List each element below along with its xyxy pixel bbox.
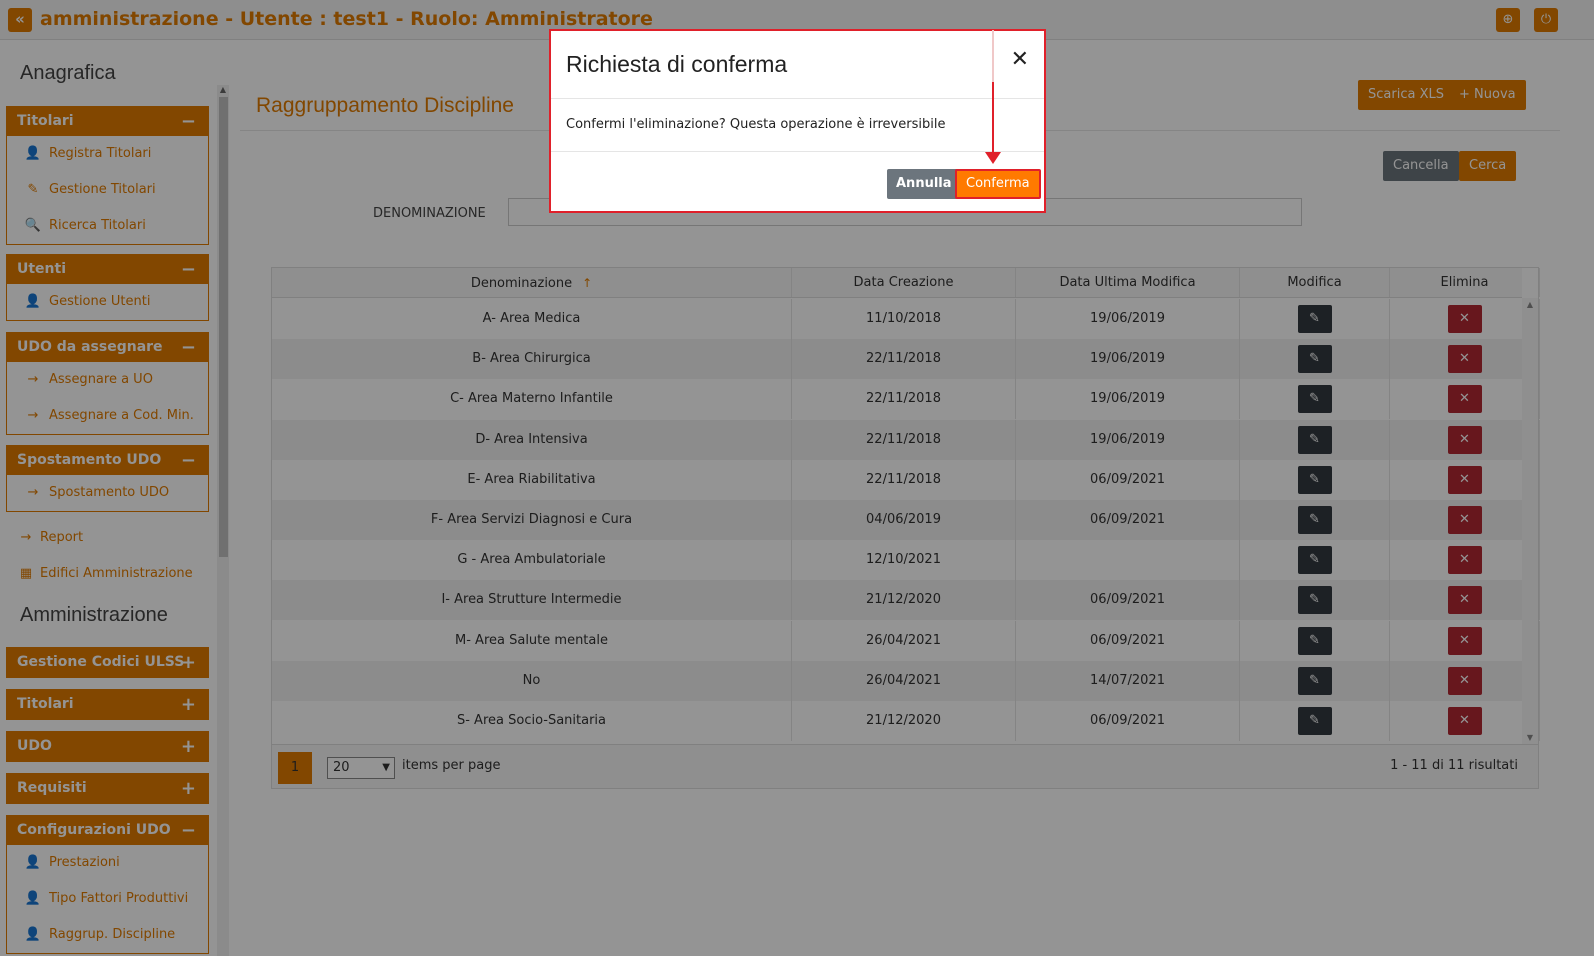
dialog-title: Richiesta di conferma: [566, 51, 788, 77]
annotation-guide: [992, 30, 994, 86]
confirm-button[interactable]: Conferma: [955, 169, 1041, 199]
annotation-arrow-shaft: [992, 82, 994, 156]
confirm-dialog: Richiesta di conferma ✕ Confermi l'elimi…: [549, 29, 1046, 213]
dialog-divider: [551, 151, 1044, 152]
cancel-button[interactable]: Annulla: [887, 169, 961, 199]
close-icon[interactable]: ✕: [1011, 47, 1029, 72]
dialog-message: Confermi l'eliminazione? Questa operazio…: [566, 117, 946, 132]
annotation-arrow-head: [985, 152, 1001, 164]
dialog-divider: [551, 98, 1044, 99]
